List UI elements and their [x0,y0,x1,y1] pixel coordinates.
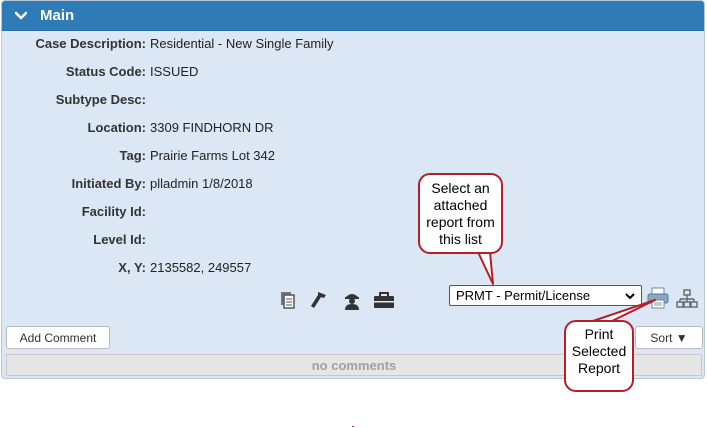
field-row-level-id: Level Id: [2,230,702,250]
field-row-subtype-desc: Subtype Desc: [2,90,702,110]
field-label: Location: [87,120,147,135]
section-title: Main [40,7,75,24]
field-row-facility-id: Facility Id: [2,202,702,222]
hammer-icon[interactable] [308,288,332,312]
field-label: Tag: [119,148,146,163]
callout-line: this list [439,231,482,247]
field-value: Residential - New Single Family [150,36,334,51]
field-label: Case Description: [35,36,146,51]
field-row-xy: X, Y: 2135582, 249557 [2,258,702,278]
hierarchy-icon[interactable] [676,288,698,310]
field-row-tag: Tag: Prairie Farms Lot 342 [2,146,702,166]
field-value: plladmin 1/8/2018 [150,176,253,191]
add-comment-button[interactable]: Add Comment [6,326,110,349]
field-value: 3309 FINDHORN DR [150,120,274,135]
briefcase-icon[interactable] [372,288,396,312]
field-label: Facility Id: [81,204,146,219]
report-select-value: PRMT - Permit/License [456,288,591,303]
section-header[interactable]: Main [2,1,704,31]
chevron-down-icon [624,290,636,302]
chevron-down-icon[interactable] [14,9,28,23]
field-value: ISSUED [150,64,199,79]
callout-line: Print [584,326,614,342]
report-select[interactable]: PRMT - Permit/License [449,285,642,306]
callout-line: Report [577,360,621,376]
field-row-initiated-by: Initiated By: plladmin 1/8/2018 [2,174,702,194]
printer-icon[interactable] [646,287,670,309]
callout-line: attached [433,197,488,213]
field-row-location: Location: 3309 FINDHORN DR [2,118,702,138]
field-label: Subtype Desc: [55,92,146,107]
stray-dot [352,426,354,427]
callout-print-report: Print Selected Report [564,320,634,392]
callout-line: report from [426,214,495,230]
field-label: Initiated By: [71,176,146,191]
callout-line: Selected [571,343,627,359]
field-row-case-description: Case Description: Residential - New Sing… [2,34,702,54]
field-label: Level Id: [93,232,146,247]
field-label: X, Y: [118,260,146,275]
callout-select-report: Select an attached report from this list [418,173,503,254]
callout-line: Select an [431,180,490,196]
action-toolbar [276,288,396,312]
inspector-icon[interactable] [340,288,364,312]
field-value: Prairie Farms Lot 342 [150,148,275,163]
field-value: 2135582, 249557 [150,260,252,275]
field-label: Status Code: [65,64,146,79]
sort-button[interactable]: Sort ▼ [635,326,703,349]
copy-icon[interactable] [276,288,300,312]
field-row-status-code: Status Code: ISSUED [2,62,702,82]
